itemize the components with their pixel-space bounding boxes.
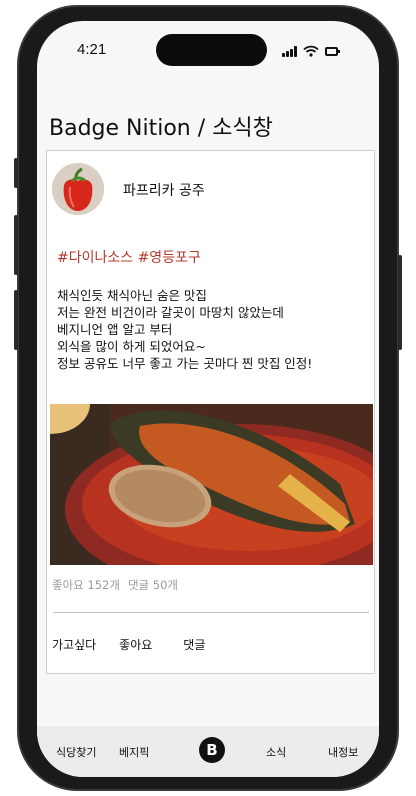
battery-icon [325,46,340,56]
comment-button[interactable]: 댓글 [183,636,205,653]
tab-home-badge[interactable]: B [199,737,225,763]
want-to-go-button[interactable]: 가고싶다 [52,636,96,653]
avatar[interactable] [52,163,104,215]
comments-count[interactable]: 댓글 50개 [128,577,178,593]
status-bar: 4:21 [37,21,379,81]
post-hashtags[interactable]: #다이나소스 #영등포구 [57,247,201,267]
volume-up-button [14,215,18,275]
side-button [14,158,18,188]
post-stats: 좋아요 152개 댓글 50개 [52,577,178,593]
power-button [398,255,402,350]
status-time: 4:21 [77,41,107,58]
divider [54,612,369,613]
post-photo[interactable] [50,404,373,565]
wifi-icon [303,45,319,57]
food-photo-icon [50,404,373,565]
tab-news[interactable]: 소식 [266,744,286,760]
page-title: Badge Nition / 소식창 [49,116,273,141]
volume-down-button [14,290,18,350]
tab-my-info[interactable]: 내정보 [328,744,358,760]
app-screen: 4:21 Badge Nition / 소식창 파프리카 공주 #다이나소스 #… [37,21,379,777]
status-icons [282,43,352,59]
likes-count: 좋아요 152개 [52,578,120,592]
post-body: 채식인듯 채식아닌 숨은 맛집 저는 완전 비건이라 갈곳이 마땅치 않았는데 … [57,288,313,371]
red-bell-pepper-icon [52,163,104,215]
cellular-signal-icon [282,45,297,57]
like-button[interactable]: 좋아요 [119,636,152,653]
post-username[interactable]: 파프리카 공주 [123,180,205,200]
dynamic-island [156,34,267,66]
bottom-tab-bar: 식당찾기 베지픽 B 소식 내정보 [37,726,379,777]
post-card: 파프리카 공주 #다이나소스 #영등포구 채식인듯 채식아닌 숨은 맛집 저는 … [46,150,375,674]
post-actions: 가고싶다 좋아요 댓글 [52,636,205,653]
tab-restaurant-search[interactable]: 식당찾기 [56,744,96,760]
tab-veggie-pick[interactable]: 베지픽 [119,744,149,760]
